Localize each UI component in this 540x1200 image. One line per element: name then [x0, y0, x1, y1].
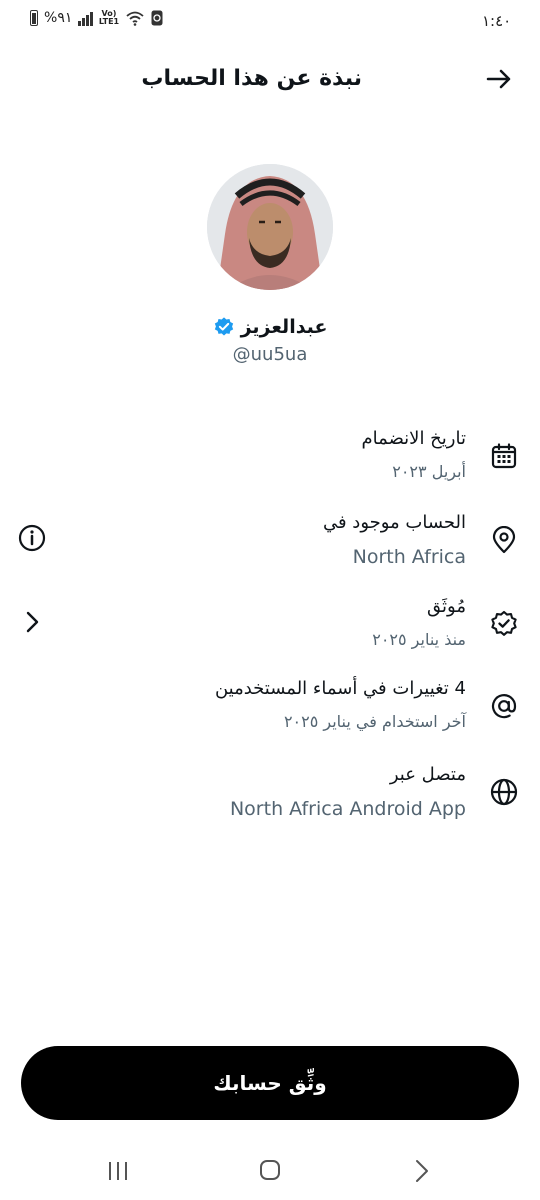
- username-changes-label: 4 تغييرات في أسماء المستخدمين: [214, 678, 466, 699]
- info-icon[interactable]: [18, 524, 46, 552]
- status-icons: %٩١ Vo) LTE1: [30, 10, 163, 26]
- profile-handle: @uu5ua: [232, 344, 308, 365]
- home-icon[interactable]: [258, 1158, 282, 1182]
- detail-row-verified[interactable]: مُوثَق منذ يناير ٢٠٢٥: [0, 596, 540, 666]
- volte-icon: Vo) LTE1: [98, 9, 120, 26]
- at-sign-icon: [491, 694, 517, 719]
- signal-icon: [78, 10, 93, 26]
- location-pin-icon: [492, 526, 516, 554]
- detail-row-location: الحساب موجود في North Africa: [0, 512, 540, 582]
- calendar-icon: [491, 443, 517, 469]
- top-bar: نبذة عن هذا الحساب: [0, 56, 540, 104]
- connected-via-value: North Africa Android App: [229, 798, 466, 820]
- verified-since: منذ يناير ٢٠٢٥: [372, 630, 466, 649]
- status-bar: %٩١ Vo) LTE1 ١:٤٠: [0, 0, 540, 46]
- join-date-label: تاريخ الانضمام: [361, 428, 466, 449]
- verified-label: مُوثَق: [427, 596, 466, 617]
- profile-name-row: عبدالعزيز: [0, 312, 540, 342]
- wifi-icon: [126, 11, 144, 26]
- recents-icon[interactable]: [106, 1160, 130, 1182]
- chevron-right-icon[interactable]: [18, 608, 46, 636]
- recycle-notification-icon: [151, 10, 163, 26]
- battery-percentage: %٩١: [44, 10, 73, 26]
- connected-via-label: متصل عبر: [389, 764, 466, 785]
- verify-account-button[interactable]: وثِّق حسابك: [21, 1046, 519, 1120]
- location-value: North Africa: [352, 546, 466, 568]
- location-label: الحساب موجود في: [322, 512, 466, 533]
- clock: ١:٤٠: [482, 12, 512, 30]
- profile-name: عبدالعزيز: [240, 316, 328, 338]
- verified-check-icon: [491, 610, 517, 636]
- system-nav-bar: [0, 1150, 540, 1190]
- username-last-used: آخر استخدام في يناير ٢٠٢٥: [283, 712, 466, 731]
- detail-row-username-changes: 4 تغييرات في أسماء المستخدمين آخر استخدا…: [0, 678, 540, 748]
- page-title: نبذة عن هذا الحساب: [141, 66, 362, 91]
- avatar-image: [207, 164, 333, 290]
- detail-row-connected-via: متصل عبر North Africa Android App: [0, 764, 540, 834]
- back-arrow-icon[interactable]: [484, 64, 514, 94]
- battery-icon: [30, 10, 38, 26]
- detail-row-join-date: تاريخ الانضمام أبريل ٢٠٢٣: [0, 428, 540, 498]
- verified-badge-icon: [214, 317, 233, 336]
- profile-avatar[interactable]: [207, 164, 333, 290]
- back-chevron-icon[interactable]: [412, 1158, 432, 1184]
- join-date-value: أبريل ٢٠٢٣: [392, 462, 466, 481]
- globe-icon: [490, 778, 518, 806]
